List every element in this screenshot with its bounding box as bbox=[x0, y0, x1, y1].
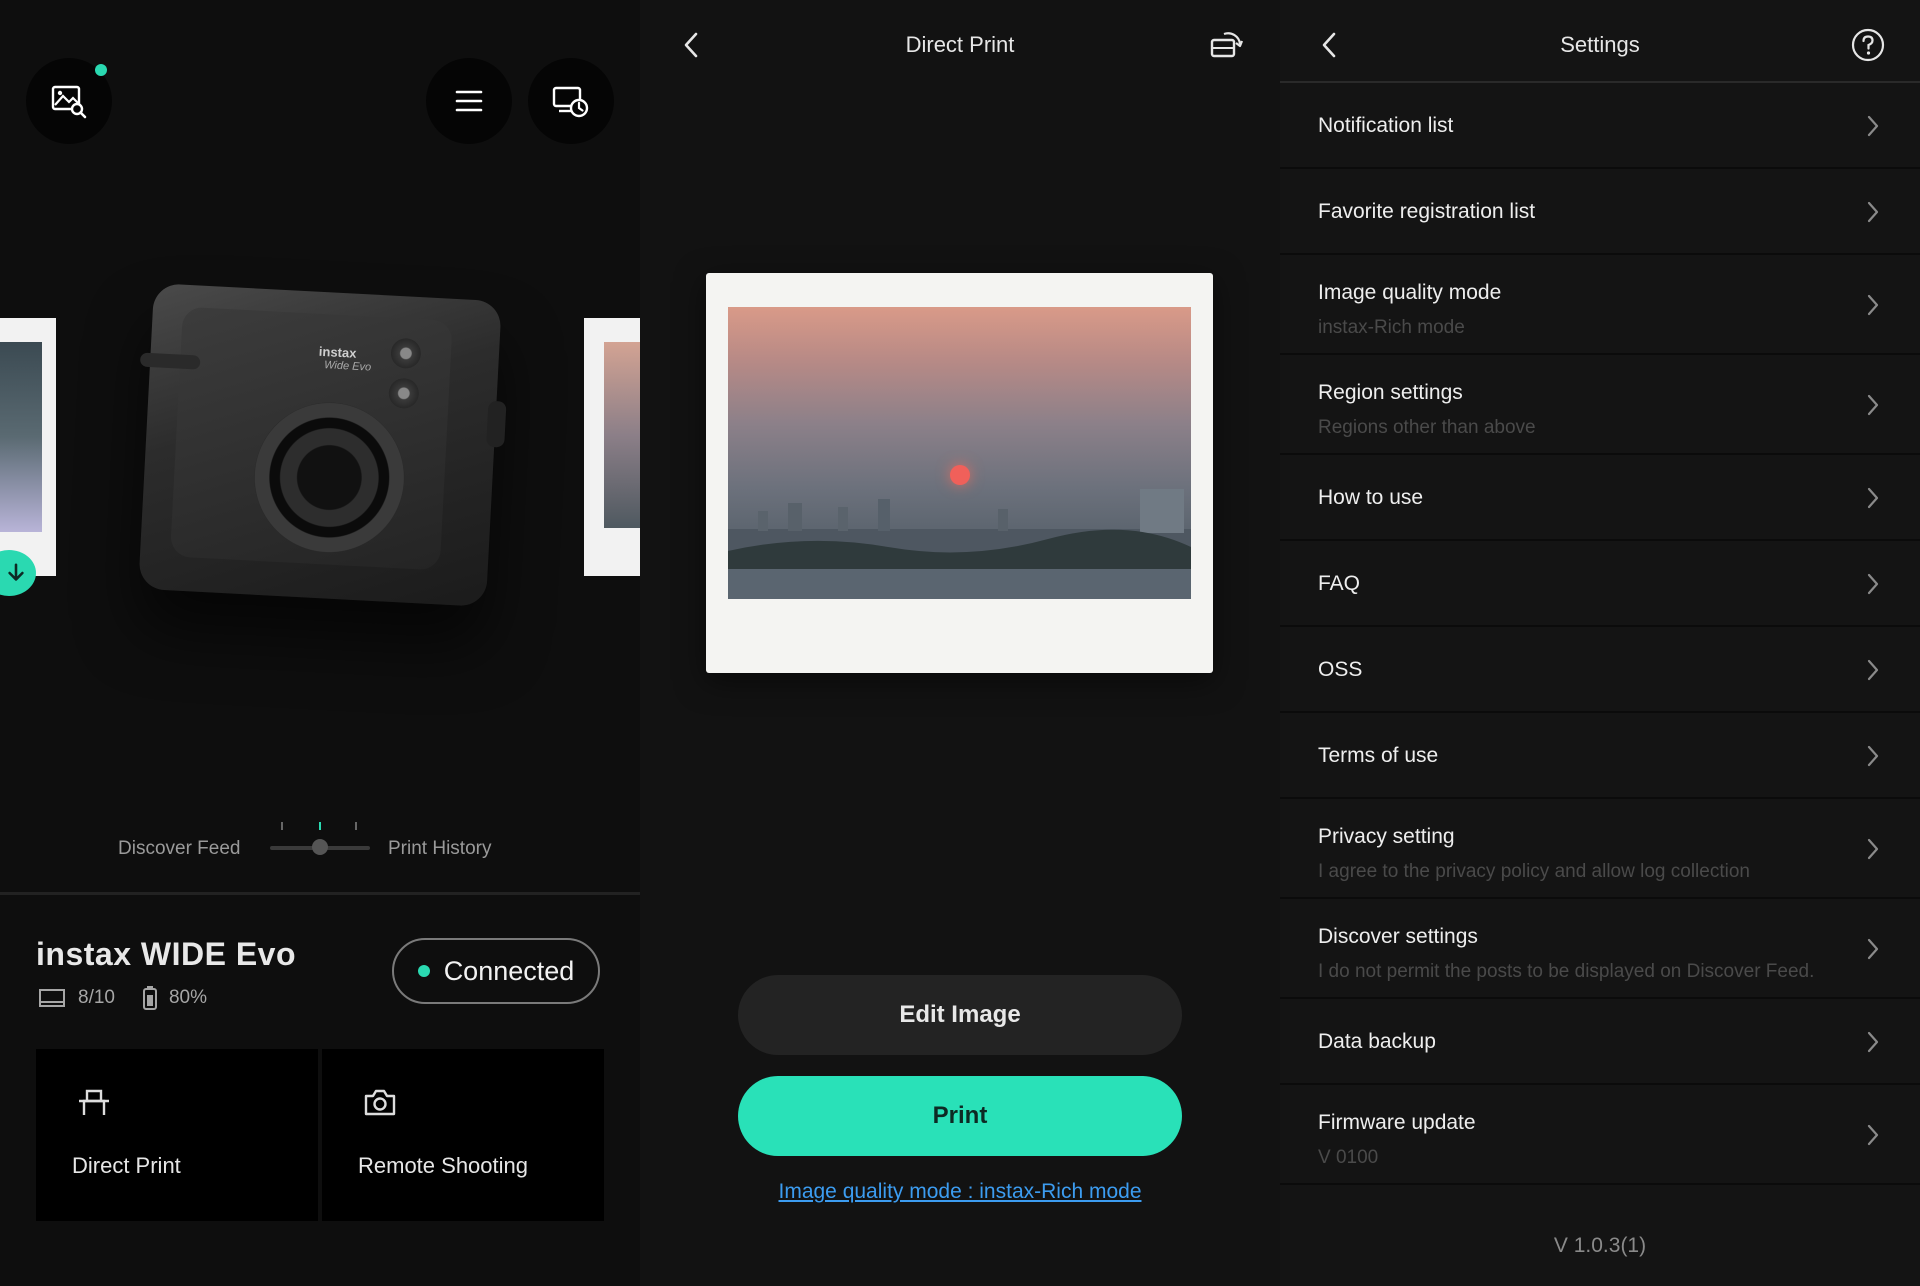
settings-item-subtitle: I do not permit the posts to be displaye… bbox=[1318, 961, 1815, 982]
direct-print-tile[interactable]: Direct Print bbox=[36, 1049, 318, 1221]
direct-print-panel: Direct Print Edit Image Print Image qual… bbox=[640, 0, 1280, 1286]
remote-shooting-label: Remote Shooting bbox=[358, 1153, 528, 1178]
mode-tick bbox=[281, 822, 283, 830]
chevron-right-icon bbox=[1867, 659, 1879, 681]
settings-item-label: Notification list bbox=[1318, 114, 1454, 137]
skyline-in-photo bbox=[728, 489, 1191, 599]
settings-panel: Settings Notification list Favorite regis… bbox=[1280, 0, 1920, 1286]
settings-item-label: Terms of use bbox=[1318, 744, 1439, 767]
remote-shooting-tile[interactable]: Remote Shooting bbox=[322, 1049, 604, 1221]
device-name: instax WIDE Evo bbox=[36, 936, 296, 972]
print-history-button[interactable] bbox=[528, 58, 614, 144]
menu-button[interactable] bbox=[426, 58, 512, 144]
chevron-right-icon bbox=[1867, 487, 1879, 509]
settings-item-label: Region settings bbox=[1318, 381, 1463, 404]
menu-icon bbox=[455, 90, 483, 112]
rotate-button[interactable] bbox=[1208, 28, 1244, 64]
chevron-right-icon bbox=[1867, 573, 1879, 595]
camera-image: instax Wide Evo bbox=[138, 283, 507, 607]
connection-status-label: Connected bbox=[443, 955, 575, 986]
battery-icon bbox=[142, 986, 157, 1010]
settings-item[interactable]: Terms of use bbox=[1280, 713, 1920, 799]
camera-icon bbox=[364, 1089, 396, 1116]
settings-item[interactable]: Favorite registration list bbox=[1280, 169, 1920, 255]
print-history-label[interactable]: Print History bbox=[388, 838, 491, 860]
settings-item-subtitle: Regions other than above bbox=[1318, 417, 1536, 438]
settings-item-label: Firmware update bbox=[1318, 1111, 1476, 1134]
chevron-right-icon bbox=[1867, 201, 1879, 223]
settings-item[interactable]: Region settings Regions other than above bbox=[1280, 355, 1920, 455]
settings-item[interactable]: Firmware update V 0100 bbox=[1280, 1085, 1920, 1185]
print-button[interactable]: Print bbox=[738, 1076, 1182, 1156]
settings-item[interactable]: Data backup bbox=[1280, 999, 1920, 1085]
page-title: Settings bbox=[1560, 32, 1640, 57]
rotate-icon bbox=[1210, 32, 1244, 58]
help-icon bbox=[1851, 28, 1885, 62]
settings-item[interactable]: Privacy setting I agree to the privacy po… bbox=[1280, 799, 1920, 899]
settings-item[interactable]: How to use bbox=[1280, 455, 1920, 541]
settings-item-subtitle: instax-Rich mode bbox=[1318, 317, 1465, 338]
side-photo-right[interactable] bbox=[584, 318, 640, 576]
settings-item-subtitle: I agree to the privacy policy and allow … bbox=[1318, 861, 1750, 882]
status-dot bbox=[417, 965, 430, 977]
app-version: V 1.0.3(1) bbox=[1553, 1234, 1647, 1257]
image-search-icon bbox=[51, 85, 87, 119]
settings-item[interactable]: FAQ bbox=[1280, 541, 1920, 627]
page-title: Direct Print bbox=[905, 32, 1015, 57]
home-panel: instax Wide Evo Discover Feed Print Hist… bbox=[0, 0, 640, 1286]
chevron-right-icon bbox=[1867, 115, 1879, 137]
sun-in-photo bbox=[950, 465, 970, 485]
mode-tick bbox=[355, 822, 357, 830]
chevron-right-icon bbox=[1867, 938, 1879, 960]
device-stats: 8/10 80% bbox=[38, 986, 207, 1010]
settings-item-label: Discover settings bbox=[1318, 925, 1478, 948]
settings-item-label: Favorite registration list bbox=[1318, 200, 1536, 223]
settings-item-label: Privacy setting bbox=[1318, 825, 1455, 848]
download-icon bbox=[8, 563, 24, 581]
chevron-right-icon bbox=[1867, 838, 1879, 860]
settings-item-label: How to use bbox=[1318, 486, 1424, 509]
print-history-icon bbox=[552, 86, 589, 118]
settings-item-label: Image quality mode bbox=[1318, 281, 1502, 304]
side-photo-left[interactable] bbox=[0, 318, 56, 576]
chevron-right-icon bbox=[1867, 1031, 1879, 1053]
settings-item-label: FAQ bbox=[1318, 572, 1361, 595]
settings-item[interactable]: Image quality mode instax-Rich mode bbox=[1280, 255, 1920, 355]
battery-level: 80% bbox=[168, 987, 208, 1008]
settings-item-label: Data backup bbox=[1318, 1030, 1436, 1053]
settings-item[interactable]: Discover settings I do not permit the pos… bbox=[1280, 899, 1920, 999]
divider bbox=[0, 892, 640, 895]
discover-feed-label[interactable]: Discover Feed bbox=[118, 838, 241, 860]
preview-image bbox=[728, 307, 1191, 599]
chevron-right-icon bbox=[1867, 394, 1879, 416]
direct-print-label: Direct Print bbox=[72, 1153, 181, 1178]
settings-item[interactable]: Notification list bbox=[1280, 83, 1920, 169]
camera-brand: instax Wide Evo bbox=[318, 343, 372, 374]
mode-slider-knob[interactable] bbox=[312, 839, 328, 855]
notification-dot bbox=[95, 64, 107, 76]
edit-image-button[interactable]: Edit Image bbox=[738, 975, 1182, 1055]
image-quality-link[interactable]: Image quality mode : instax-Rich mode bbox=[640, 1180, 1280, 1204]
connection-status-button[interactable]: Connected bbox=[392, 938, 600, 1004]
film-count: 8/10 bbox=[78, 987, 115, 1008]
print-preview[interactable] bbox=[706, 273, 1213, 673]
settings-item[interactable]: OSS bbox=[1280, 627, 1920, 713]
settings-item-label: OSS bbox=[1318, 658, 1363, 681]
printer-icon bbox=[79, 1089, 109, 1115]
film-icon bbox=[39, 989, 65, 1007]
settings-list: Notification list Favorite registration l… bbox=[1280, 83, 1920, 1185]
mode-tick-active bbox=[319, 822, 321, 830]
chevron-right-icon bbox=[1867, 294, 1879, 316]
settings-item-subtitle: V 0100 bbox=[1318, 1147, 1379, 1168]
chevron-right-icon bbox=[1867, 745, 1879, 767]
chevron-right-icon bbox=[1867, 1124, 1879, 1146]
help-button[interactable] bbox=[1851, 28, 1885, 62]
